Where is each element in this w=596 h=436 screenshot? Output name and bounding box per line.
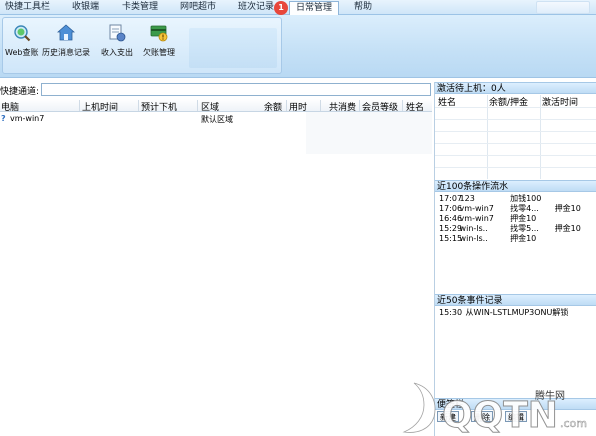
col-divider[interactable] (286, 100, 287, 111)
col-total-spent[interactable]: 共消费 (329, 100, 356, 113)
web-search-label: Web查账 (5, 48, 39, 57)
menu-cashier[interactable]: 收银端 (72, 2, 99, 15)
ribbon-empty-area (189, 28, 277, 68)
col-balance[interactable]: 余额 (264, 100, 282, 113)
grid-line (435, 143, 596, 144)
row-area: 默认区域 (201, 115, 233, 124)
event-log-title: 近50条事件记录 (435, 294, 596, 306)
list-item: 15:29 win-ls.. 找零5... 押金10 (439, 224, 581, 233)
watermark-text: 腾牛网 (535, 391, 565, 402)
app-window: 快捷工具栏 收银端 卡类管理 网吧超市 班次记录 1 日常管理 帮助 Web查账 (0, 0, 596, 436)
col-divider[interactable] (402, 100, 403, 111)
list-item: 17:06 vm-win7 找零4... 押金10 (439, 204, 581, 213)
debt-card-icon (150, 25, 168, 42)
grid-line (435, 107, 596, 108)
col-expected-end[interactable]: 预计下机 (141, 100, 177, 113)
col-area[interactable]: 区域 (201, 100, 219, 113)
row-computer: vm-win7 (10, 114, 45, 123)
col-computer[interactable]: 电脑 (1, 100, 19, 113)
home-history-icon (57, 24, 75, 41)
col-divider[interactable] (138, 100, 139, 111)
web-search-button[interactable]: Web查账 (5, 24, 38, 58)
web-search-icon (14, 25, 30, 42)
message-history-button[interactable]: 历史消息记录 (42, 24, 90, 58)
income-expense-button[interactable]: 收入支出 (101, 24, 133, 58)
question-mark-icon: ? (1, 114, 6, 123)
activation-header: 姓名 余额/押金 激活时间 (435, 95, 596, 108)
operation-log-title: 近100条操作流水 (435, 180, 596, 192)
quick-channel-label: 快捷通道: (0, 87, 40, 97)
col-name[interactable]: 姓名 (406, 100, 424, 113)
grid-line (435, 155, 596, 156)
income-expense-label: 收入支出 (101, 48, 133, 57)
list-item: 15:30 从WIN-LSTLMUP3ONU解锁 (439, 308, 569, 317)
menu-card-management[interactable]: 卡类管理 (122, 2, 158, 15)
activation-title: 激活待上机：0人 (435, 82, 596, 94)
col-divider[interactable] (359, 100, 360, 111)
quick-channel-input[interactable] (41, 83, 431, 96)
col-member-level[interactable]: 会员等级 (362, 100, 398, 113)
debt-management-label: 欠账管理 (143, 48, 175, 57)
svg-text:.com: .com (560, 417, 587, 430)
debt-management-button[interactable]: 欠账管理 (143, 24, 175, 58)
notification-badge: 1 (274, 1, 288, 15)
list-item: 15:15 win-ls.. 押金10 (439, 234, 537, 243)
document-money-icon (109, 24, 126, 42)
window-controls[interactable] (536, 1, 590, 14)
list-item: 17:07 123 加钱100 (439, 194, 542, 203)
message-history-label: 历史消息记录 (42, 48, 90, 57)
computer-grid: 电脑 上机时间 预计下机 区域 余额 用时 共消费 会员等级 姓名 ? vm-w… (0, 99, 432, 436)
menu-daily-management[interactable]: 日常管理 (289, 1, 340, 15)
menu-quick-toolbar[interactable]: 快捷工具栏 (5, 2, 50, 15)
col-divider[interactable] (197, 100, 198, 111)
ribbon-group: Web查账 历史消息记录 收入支出 欠账管理 (2, 17, 282, 74)
grid-line (435, 119, 596, 120)
quick-channel-bar: 快捷通道: (0, 82, 432, 98)
menu-help[interactable]: 帮助 (354, 2, 372, 15)
col-duration[interactable]: 用时 (289, 100, 307, 113)
grid-line (435, 167, 596, 168)
menu-shift-records[interactable]: 班次记录 (238, 2, 274, 15)
menu-bar: 快捷工具栏 收银端 卡类管理 网吧超市 班次记录 1 日常管理 帮助 (0, 0, 596, 15)
list-item: 16:46 vm-win7 押金10 (439, 214, 537, 223)
col-divider[interactable] (320, 100, 321, 111)
col-divider[interactable] (79, 100, 80, 111)
watermark-logo-icon: QQTN .com (402, 382, 587, 436)
ribbon: Web查账 历史消息记录 收入支出 欠账管理 (0, 15, 596, 78)
col-start-time[interactable]: 上机时间 (82, 100, 118, 113)
grid-header: 电脑 上机时间 预计下机 区域 余额 用时 共消费 会员等级 姓名 (0, 99, 432, 113)
menu-netbar-market[interactable]: 网吧超市 (180, 2, 216, 15)
grid-line (435, 131, 596, 132)
table-row[interactable]: ? vm-win7 默认区域 (0, 114, 432, 126)
